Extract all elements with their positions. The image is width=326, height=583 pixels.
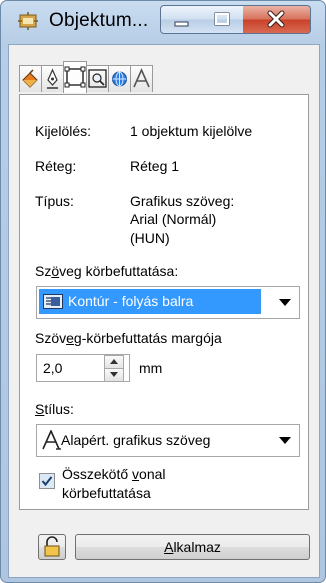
- connector-label-accel: v: [132, 466, 140, 482]
- general-tab[interactable]: [63, 61, 87, 93]
- maximize-icon: [214, 12, 230, 26]
- text-style-a-icon: [42, 430, 61, 450]
- connector-label-part2: onal: [139, 466, 166, 482]
- style-label-part: tílus:: [44, 401, 74, 417]
- text-tab[interactable]: [130, 65, 153, 92]
- layer-value: Réteg 1: [130, 158, 180, 174]
- wrap-selected: Kontúr - folyás balra: [39, 289, 261, 314]
- minimize-icon: [174, 21, 189, 27]
- apply-button[interactable]: Alkalmaz: [75, 534, 310, 560]
- style-combo[interactable]: Alapért. grafikus szöveg: [36, 424, 300, 457]
- margin-label-part2: g-körbefuttatás margója: [73, 330, 222, 346]
- wrap-label-accel: ö: [51, 263, 60, 279]
- spin-up-button[interactable]: [104, 355, 124, 369]
- title-bar[interactable]: Objektum...: [1, 1, 325, 41]
- type-value-line1: Grafikus szöveg:: [130, 193, 235, 209]
- style-label-accel: S: [35, 401, 45, 417]
- maximize-button[interactable]: [202, 5, 244, 34]
- close-button[interactable]: [243, 5, 311, 34]
- outline-tab[interactable]: [41, 65, 64, 92]
- selection-label: Kijelölés:: [35, 123, 92, 139]
- connector-label-line2: körbefuttatása: [62, 485, 151, 501]
- selection-value: 1 objektum kijelölve: [130, 123, 253, 139]
- globe-icon: [112, 71, 127, 87]
- lock-button[interactable]: [38, 534, 66, 560]
- pen-nib-icon: [47, 68, 58, 89]
- wrap-label: Szöveg körbefuttatása:: [35, 263, 178, 279]
- window-title: Objektum...: [49, 10, 149, 31]
- margin-label-part: Szöv: [35, 330, 67, 346]
- wrap-combo[interactable]: Kontúr - folyás balra: [36, 286, 300, 319]
- type-label: Típus:: [35, 193, 74, 209]
- internet-tab[interactable]: [108, 65, 131, 92]
- wrap-label-part: Sz: [35, 263, 52, 279]
- connector-label-line1: Összekötő vonal: [62, 466, 166, 482]
- apply-label: Alkalmaz: [76, 539, 309, 555]
- connector-checkbox[interactable]: [39, 473, 55, 489]
- style-selected-label: Alapért. grafikus szöveg: [61, 432, 211, 448]
- style-label: Stílus:: [35, 401, 74, 417]
- dialog-window: Objektum... Kijelölés: 1 objektum kijelö…: [0, 0, 326, 583]
- margin-value: 2,0: [43, 360, 63, 376]
- layer-label: Réteg:: [35, 158, 77, 174]
- margin-label-accel: e: [66, 330, 74, 346]
- zoom-frame-icon: [88, 69, 107, 88]
- chevron-down-icon: [279, 437, 291, 444]
- spin-down-button[interactable]: [104, 369, 124, 382]
- wrap-label-part2: veg körbefuttatása:: [59, 263, 179, 279]
- close-icon: [267, 10, 285, 28]
- minimize-button[interactable]: [160, 5, 203, 34]
- type-value-line3: (HUN): [130, 230, 170, 246]
- chevron-down-icon: [279, 299, 291, 306]
- contour-wrap-icon: [43, 294, 63, 309]
- type-value-line2: Arial (Normál): [130, 211, 217, 227]
- margin-unit: mm: [139, 360, 163, 376]
- connector-label-part: Összekötő: [62, 466, 133, 482]
- spin-down-icon: [110, 372, 118, 377]
- margin-label: Szöveg-körbefuttatás margója: [35, 330, 222, 346]
- fill-tab[interactable]: [19, 65, 42, 92]
- object-properties-icon: [18, 12, 38, 30]
- selection-frame-icon: [64, 66, 86, 88]
- text-a-icon: [133, 68, 150, 88]
- spin-up-icon: [110, 359, 118, 364]
- lock-icon: [44, 536, 60, 557]
- fill-bucket-icon: [22, 69, 38, 88]
- margin-spinner[interactable]: [104, 355, 124, 382]
- wrap-selected-label: Kontúr - folyás balra: [68, 293, 194, 309]
- apply-label-part: lkalmaz: [173, 539, 221, 555]
- checkmark-icon: [41, 476, 53, 487]
- detail-tab[interactable]: [86, 65, 109, 92]
